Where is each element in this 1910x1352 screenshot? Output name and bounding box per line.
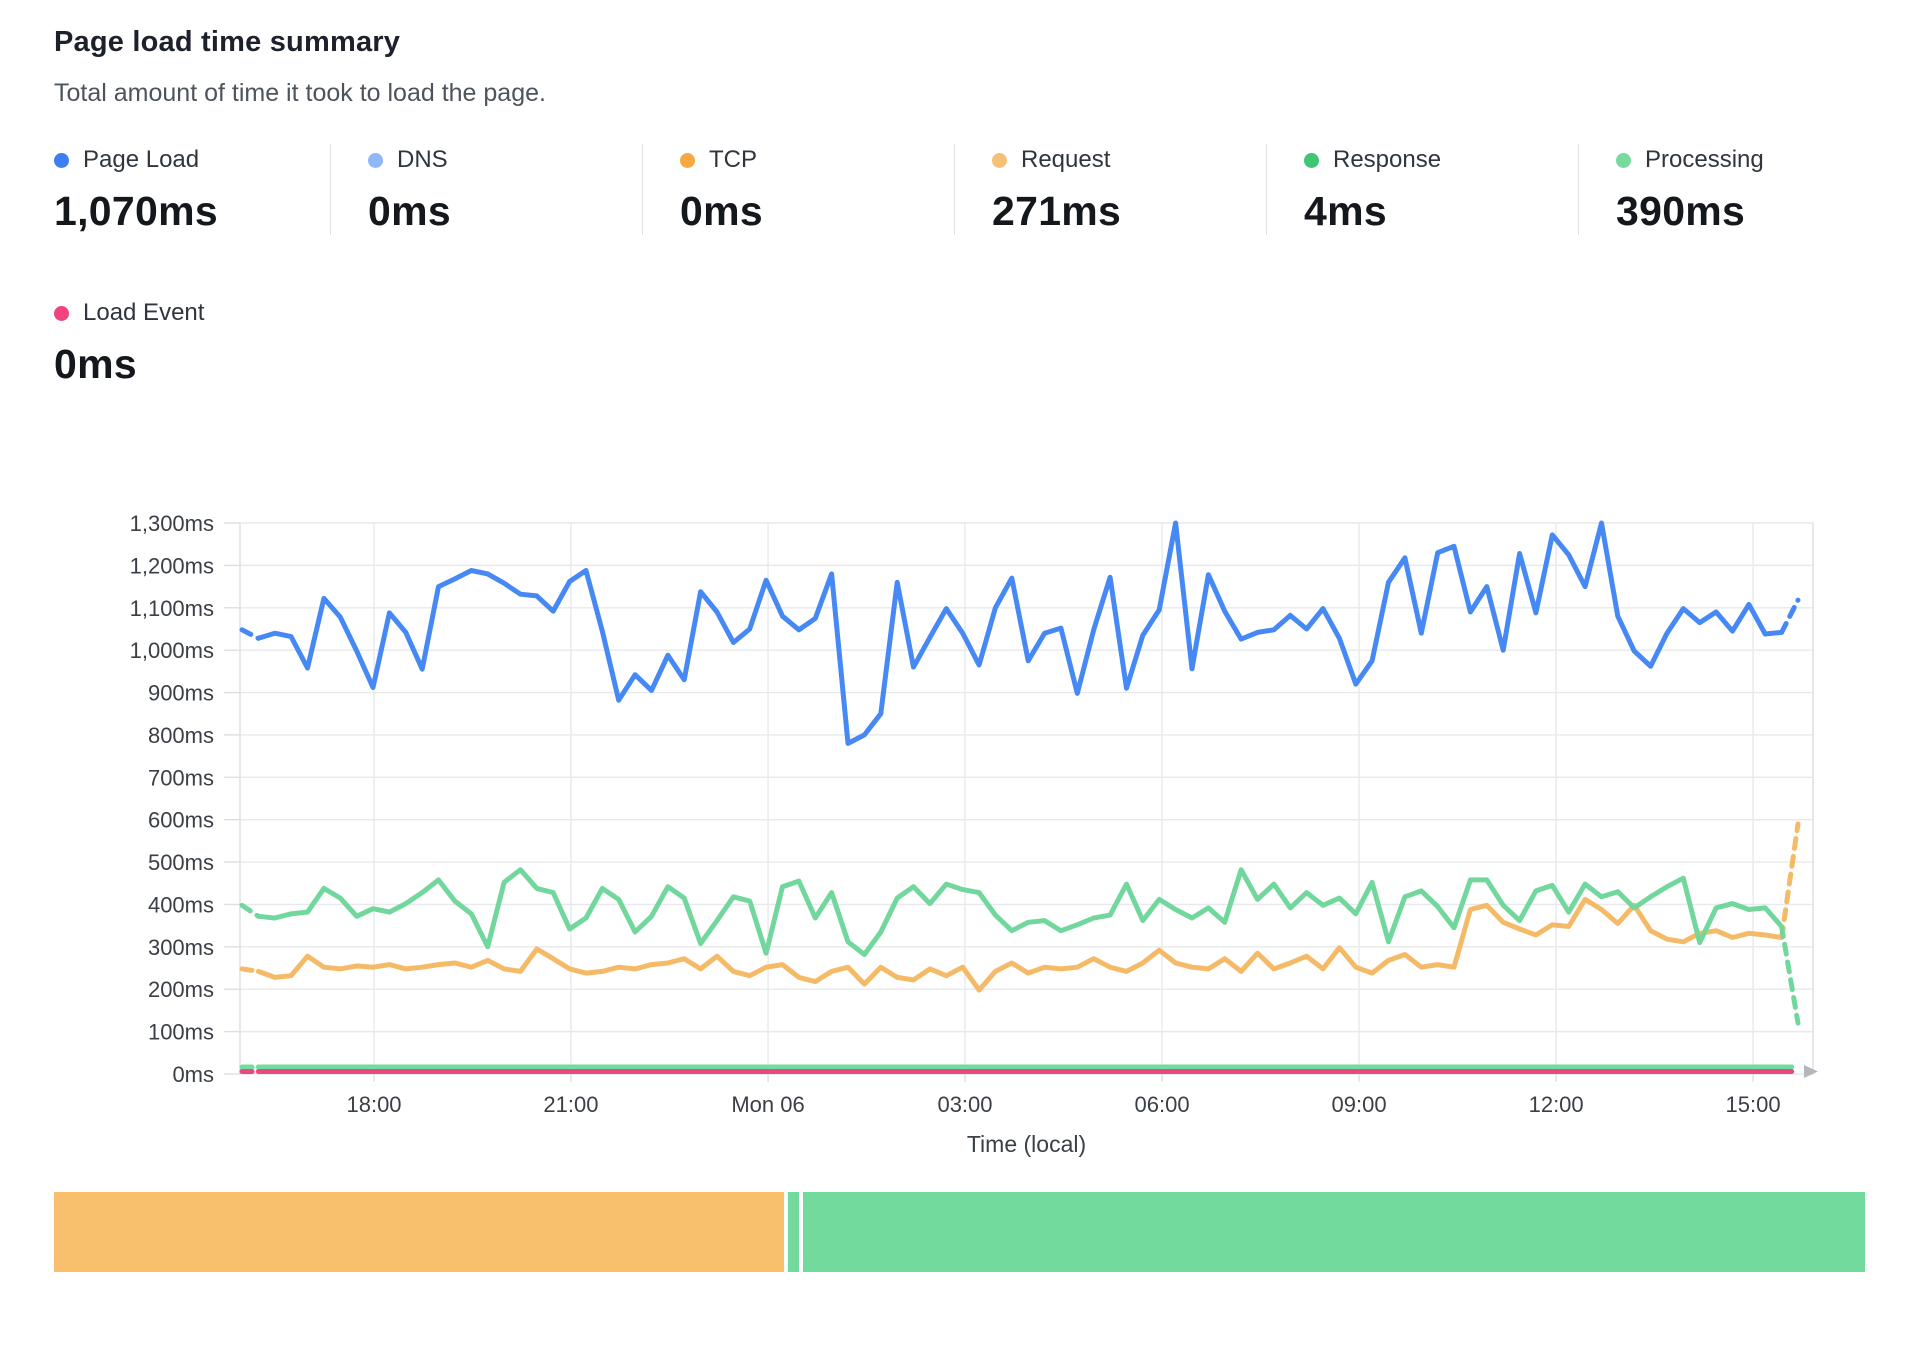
x-axis-label: 15:00 — [1726, 1092, 1781, 1117]
y-axis-label: 1,200ms — [130, 553, 214, 578]
page-subtitle: Total amount of time it took to load the… — [54, 79, 1870, 108]
y-axis-label: 700ms — [148, 765, 214, 790]
load-event-legend-dot-icon — [54, 306, 69, 321]
stat-label: Processing — [1645, 146, 1764, 174]
timeline-segment — [54, 1192, 784, 1272]
stat-head: DNS — [368, 146, 642, 174]
y-axis-label: 200ms — [148, 977, 214, 1002]
metric-summary-row: Page Load 1,070ms DNS 0ms TCP 0ms Reques… — [54, 144, 1870, 235]
stat-value: 0ms — [54, 341, 204, 388]
stat-head: Load Event — [54, 299, 204, 327]
page-load-summary-panel: Page load time summary Total amount of t… — [0, 0, 1910, 1272]
x-axis-label: 06:00 — [1135, 1092, 1190, 1117]
stat-tcp: TCP 0ms — [642, 144, 954, 235]
stat-head: Processing — [1616, 146, 1890, 174]
stat-value: 0ms — [368, 188, 642, 235]
series-line-page-load — [242, 630, 258, 639]
timeline-segment — [788, 1192, 799, 1272]
status-timeline-bar — [54, 1192, 1870, 1272]
range-end-arrow-icon — [1804, 1065, 1818, 1078]
series-line-page-load — [258, 523, 1781, 743]
stat-response: Response 4ms — [1266, 144, 1578, 235]
y-axis-label: 0ms — [172, 1062, 214, 1087]
stat-value: 390ms — [1616, 188, 1890, 235]
stat-label: DNS — [397, 146, 448, 174]
y-axis-label: 400ms — [148, 892, 214, 917]
stat-head: TCP — [680, 146, 954, 174]
stat-processing: Processing 390ms — [1578, 144, 1890, 235]
stat-value: 4ms — [1304, 188, 1578, 235]
dns-legend-dot-icon — [368, 153, 383, 168]
stat-label: Response — [1333, 146, 1441, 174]
y-axis-label: 100ms — [148, 1020, 214, 1045]
stat-value: 1,070ms — [54, 188, 330, 235]
stat-head: Response — [1304, 146, 1578, 174]
series-line-request — [1782, 824, 1798, 938]
x-axis-title: Time (local) — [967, 1131, 1086, 1157]
y-axis-label: 600ms — [148, 808, 214, 833]
series-line-page-load — [1782, 600, 1798, 632]
x-axis-label: 21:00 — [543, 1092, 598, 1117]
stat-head: Request — [992, 146, 1266, 174]
stat-label: Load Event — [83, 299, 204, 327]
stat-label: TCP — [709, 146, 757, 174]
tcp-legend-dot-icon — [680, 153, 695, 168]
stat-value: 0ms — [680, 188, 954, 235]
y-axis-label: 800ms — [148, 723, 214, 748]
series-line-processing — [258, 870, 1781, 955]
y-axis-label: 1,100ms — [130, 596, 214, 621]
y-axis-label: 300ms — [148, 935, 214, 960]
x-axis-label: 03:00 — [937, 1092, 992, 1117]
page-load-legend-dot-icon — [54, 153, 69, 168]
stat-head: Page Load — [54, 146, 330, 174]
metric-summary-row-2: Load Event 0ms — [54, 297, 1870, 388]
timeline-segment — [803, 1192, 1865, 1272]
series-line-processing — [1782, 927, 1798, 1024]
x-axis-label: 09:00 — [1332, 1092, 1387, 1117]
stat-page-load: Page Load 1,070ms — [54, 144, 330, 235]
stat-dns: DNS 0ms — [330, 144, 642, 235]
x-axis-label: 18:00 — [346, 1092, 401, 1117]
stat-label: Request — [1021, 146, 1110, 174]
request-legend-dot-icon — [992, 153, 1007, 168]
x-axis-label: 12:00 — [1529, 1092, 1584, 1117]
stat-request: Request 271ms — [954, 144, 1266, 235]
y-axis-label: 1,300ms — [130, 511, 214, 536]
page-title: Page load time summary — [54, 26, 1870, 59]
y-axis-label: 1,000ms — [130, 638, 214, 663]
series-line-processing — [242, 905, 258, 916]
processing-legend-dot-icon — [1616, 153, 1631, 168]
x-axis-label: Mon 06 — [731, 1092, 804, 1117]
response-legend-dot-icon — [1304, 153, 1319, 168]
page-load-time-chart[interactable]: 0ms 100ms 200ms 300ms 400ms 500ms 600ms 700ms 80… — [54, 408, 1870, 1168]
stat-value: 271ms — [992, 188, 1266, 235]
y-axis-label: 900ms — [148, 681, 214, 706]
stat-label: Page Load — [83, 146, 199, 174]
y-axis-label: 500ms — [148, 850, 214, 875]
stat-load-event: Load Event 0ms — [54, 297, 204, 388]
